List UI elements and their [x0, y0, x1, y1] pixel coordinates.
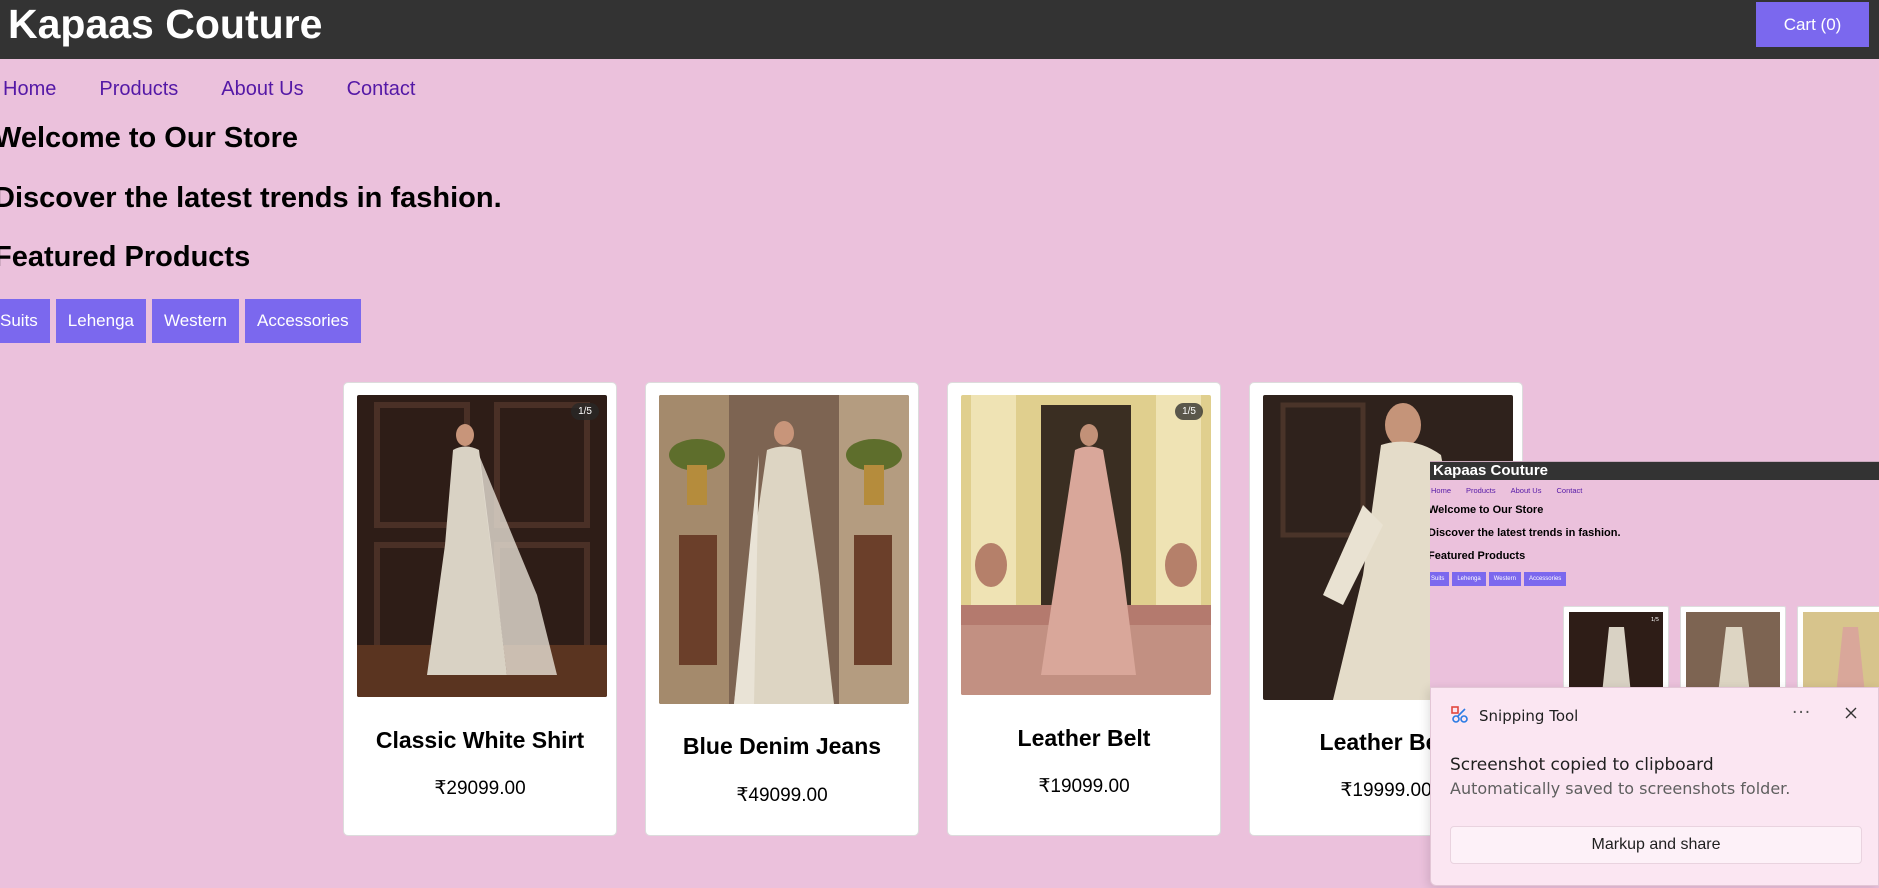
- snipping-tool-notification[interactable]: Snipping Tool ··· Screenshot copied to c…: [1430, 687, 1879, 886]
- thumbnail-nav: Home Products About Us Contact: [1431, 486, 1597, 495]
- close-icon[interactable]: [1842, 704, 1860, 722]
- product-price: ₹29099.00: [434, 778, 526, 799]
- notification-app-name: Snipping Tool: [1479, 707, 1579, 725]
- image-counter-badge: 1/5: [1175, 403, 1203, 420]
- product-name[interactable]: Blue Denim Jeans: [646, 733, 918, 760]
- thumbnail-featured: Featured Products: [1430, 550, 1526, 562]
- welcome-heading: Welcome to Our Store: [0, 122, 299, 154]
- thumbnail-card-image: [1686, 612, 1780, 688]
- thumbnail-nav-item: Home: [1431, 486, 1452, 495]
- image-counter-badge: 1/5: [571, 403, 599, 420]
- thumbnail-card: 1/5: [1563, 606, 1669, 688]
- product-price: ₹49099.00: [736, 785, 828, 806]
- tagline-heading: Discover the latest trends in fashion.: [0, 182, 502, 214]
- thumbnail-categories: Suits Lehenga Western Accessories: [1430, 572, 1567, 586]
- category-button-lehenga[interactable]: Lehenga: [55, 299, 146, 343]
- product-name[interactable]: Classic White Shirt: [344, 727, 616, 754]
- thumbnail-category: Western: [1488, 572, 1521, 586]
- thumbnail-nav-item: Contact: [1556, 486, 1583, 495]
- nav-link-contact[interactable]: Contact: [347, 78, 416, 101]
- thumbnail-nav-item: Products: [1466, 486, 1496, 495]
- more-options-icon[interactable]: ···: [1792, 703, 1811, 723]
- thumbnail-card-image: 1/5: [1569, 612, 1663, 688]
- product-card[interactable]: 1/5 Classic White Shirt ₹29099.00: [343, 382, 617, 836]
- thumbnail-nav-item: About Us: [1510, 486, 1542, 495]
- thumbnail-category: Suits: [1430, 572, 1450, 586]
- featured-products-heading: Featured Products: [0, 241, 251, 273]
- thumbnail-category: Lehenga: [1452, 572, 1486, 586]
- product-image[interactable]: 1/5: [357, 395, 607, 697]
- category-button-suits[interactable]: Suits: [0, 299, 50, 343]
- product-image[interactable]: 1/5: [961, 395, 1211, 695]
- product-price: ₹19099.00: [1038, 776, 1130, 797]
- product-card[interactable]: 1/5 Leather Belt ₹19099.00: [947, 382, 1221, 836]
- thumbnail-card: [1797, 606, 1879, 688]
- thumbnail-card-image: [1803, 612, 1879, 688]
- product-name[interactable]: Leather Belt: [948, 725, 1220, 752]
- thumbnail-card: [1680, 606, 1786, 688]
- category-button-accessories[interactable]: Accessories: [244, 299, 361, 343]
- product-card[interactable]: Blue Denim Jeans ₹49099.00: [645, 382, 919, 836]
- notification-title: Screenshot copied to clipboard: [1450, 755, 1714, 775]
- notification-subtitle: Automatically saved to screenshots folde…: [1450, 779, 1791, 798]
- nav-link-home[interactable]: Home: [3, 78, 56, 101]
- snipping-tool-icon: [1450, 705, 1470, 725]
- category-filter-bar: Suits Lehenga Western Accessories: [0, 299, 361, 343]
- thumbnail-category: Accessories: [1523, 572, 1567, 586]
- category-button-western[interactable]: Western: [151, 299, 239, 343]
- screenshot-thumbnail[interactable]: Kapaas Couture Home Products About Us Co…: [1430, 461, 1879, 688]
- markup-and-share-button[interactable]: Markup and share: [1450, 826, 1862, 864]
- nav-link-about-us[interactable]: About Us: [221, 78, 303, 101]
- thumbnail-tagline: Discover the latest trends in fashion.: [1430, 527, 1621, 539]
- cart-button[interactable]: Cart (0): [1756, 2, 1869, 47]
- main-nav: Home Products About Us Contact: [3, 78, 459, 101]
- product-image[interactable]: [659, 395, 909, 704]
- brand-logo-text[interactable]: Kapaas Couture: [8, 2, 322, 46]
- site-header: Kapaas Couture Cart (0): [0, 0, 1879, 59]
- thumbnail-header: Kapaas Couture: [1430, 462, 1879, 480]
- thumbnail-brand: Kapaas Couture: [1433, 462, 1549, 479]
- nav-link-products[interactable]: Products: [99, 78, 178, 101]
- thumbnail-welcome: Welcome to Our Store: [1430, 504, 1544, 516]
- thumbnail-badge: 1/5: [1651, 617, 1659, 623]
